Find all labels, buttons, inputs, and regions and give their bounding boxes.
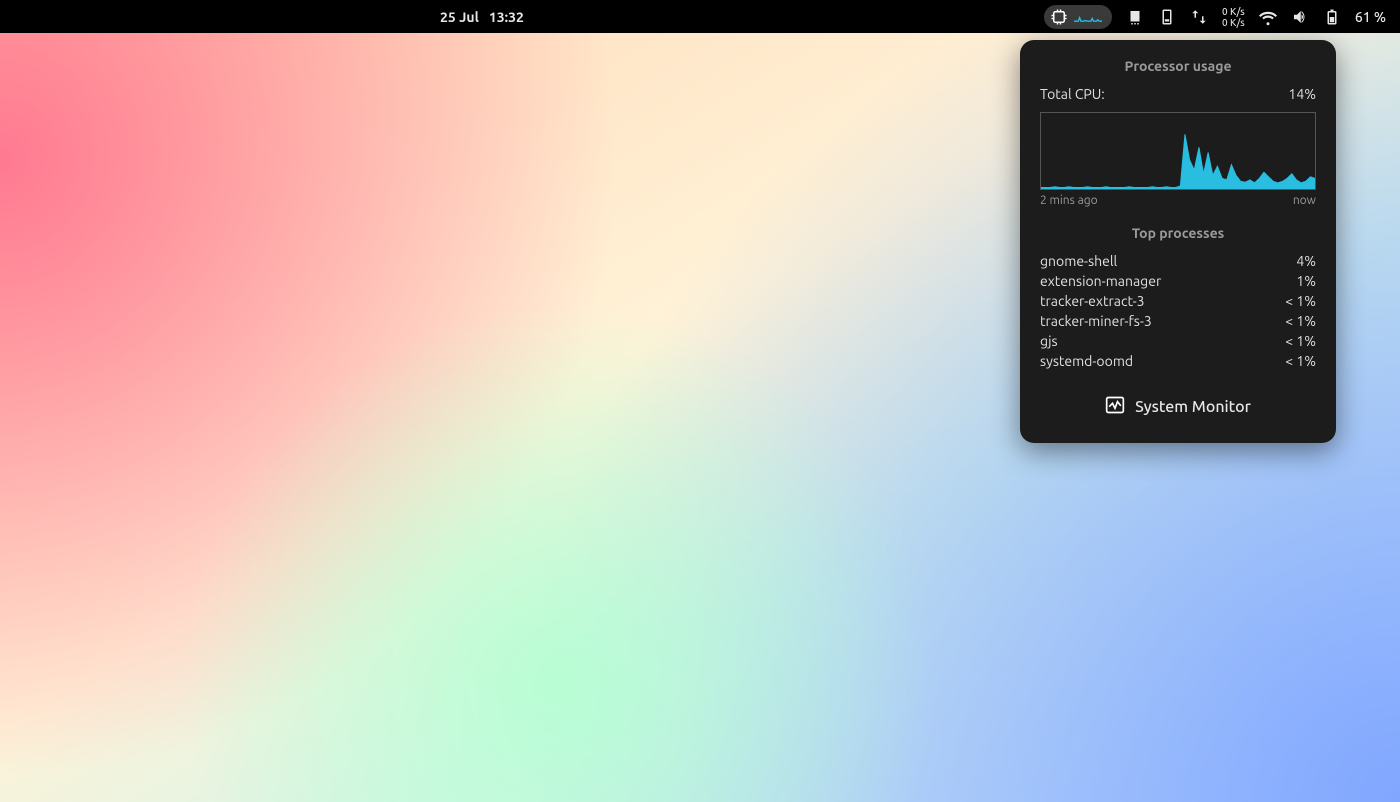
network-arrows-icon[interactable] — [1190, 8, 1208, 26]
cpu-chart — [1040, 112, 1316, 190]
memory-icon[interactable] — [1126, 8, 1144, 26]
process-row: gjs < 1% — [1040, 333, 1316, 349]
time-label: 13:32 — [489, 9, 524, 25]
wifi-icon[interactable] — [1259, 8, 1277, 26]
system-monitor-label: System Monitor — [1135, 398, 1251, 416]
top-processes-heading: Top processes — [1040, 225, 1316, 241]
total-cpu-label: Total CPU: — [1040, 86, 1105, 102]
activity-icon — [1105, 395, 1125, 419]
network-speed: 0 K/s 0 K/s — [1222, 6, 1245, 28]
process-pct: < 1% — [1285, 313, 1316, 329]
process-row: tracker-miner-fs-3 < 1% — [1040, 313, 1316, 329]
process-name: tracker-extract-3 — [1040, 293, 1145, 309]
cpu-popup: Processor usage Total CPU: 14% 2 mins ag… — [1020, 40, 1336, 443]
chart-time-start: 2 mins ago — [1040, 194, 1098, 207]
process-row: gnome-shell 4% — [1040, 253, 1316, 269]
clock-area[interactable]: 25 Jul 13:32 — [440, 0, 524, 33]
process-pct: 4% — [1296, 253, 1316, 269]
process-row: tracker-extract-3 < 1% — [1040, 293, 1316, 309]
process-name: tracker-miner-fs-3 — [1040, 313, 1152, 329]
net-up-label: 0 K/s — [1222, 6, 1245, 17]
cpu-chip-icon — [1050, 8, 1068, 26]
system-tray: 0 K/s 0 K/s 61 % — [1044, 0, 1400, 33]
process-row: systemd-oomd < 1% — [1040, 353, 1316, 369]
battery-percent-label: 61 % — [1355, 9, 1386, 25]
net-down-label: 0 K/s — [1222, 17, 1245, 28]
cpu-mini-chart-icon — [1074, 10, 1102, 24]
process-pct: 1% — [1296, 273, 1316, 289]
process-pct: < 1% — [1285, 353, 1316, 369]
process-name: extension-manager — [1040, 273, 1161, 289]
total-cpu-value: 14% — [1288, 86, 1316, 102]
process-name: gjs — [1040, 333, 1058, 349]
volume-icon[interactable] — [1291, 8, 1309, 26]
process-pct: < 1% — [1285, 333, 1316, 349]
process-name: systemd-oomd — [1040, 353, 1133, 369]
process-name: gnome-shell — [1040, 253, 1117, 269]
process-list: gnome-shell 4% extension-manager 1% tracker-… — [1040, 253, 1316, 369]
system-monitor-button[interactable]: System Monitor — [1040, 387, 1316, 427]
chart-time-end: now — [1293, 194, 1316, 207]
processor-usage-heading: Processor usage — [1040, 58, 1316, 74]
battery-icon[interactable] — [1323, 8, 1341, 26]
top-bar: 25 Jul 13:32 0 K/s 0 K/s — [0, 0, 1400, 33]
total-cpu-row: Total CPU: 14% — [1040, 86, 1316, 102]
cpu-indicator[interactable] — [1044, 5, 1112, 29]
process-row: extension-manager 1% — [1040, 273, 1316, 289]
disk-icon[interactable] — [1158, 8, 1176, 26]
process-pct: < 1% — [1285, 293, 1316, 309]
date-label: 25 Jul — [440, 9, 479, 25]
